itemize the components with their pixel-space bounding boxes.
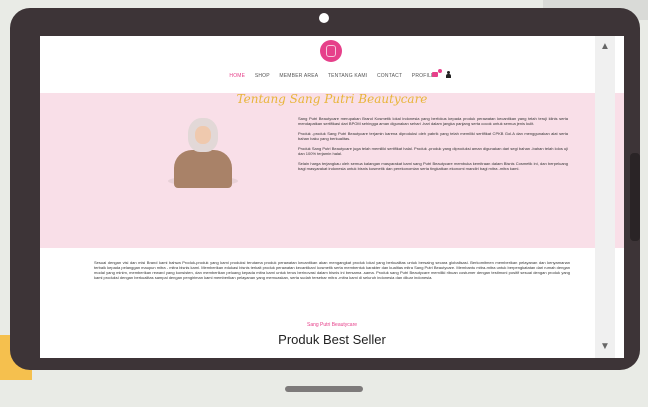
scroll-down-icon[interactable]: ▼ xyxy=(597,340,613,354)
scrollbar[interactable]: ▲ ▼ xyxy=(595,36,615,358)
mission-text: Sesuai dengan visi dan misi Brand kami b… xyxy=(94,260,570,280)
user-icon[interactable] xyxy=(446,71,451,78)
mission-paragraph: Sesuai dengan visi dan misi Brand kami b… xyxy=(94,260,570,280)
nav-item-member-area[interactable]: MEMBER AREA xyxy=(279,73,318,79)
laptop-side-handle xyxy=(630,153,640,241)
nav-item-contact[interactable]: CONTACT xyxy=(377,73,402,79)
logo-icon xyxy=(326,45,336,57)
products-title: Produk Best Seller xyxy=(278,332,386,347)
about-text-column: Sang Putri Beautycare merupakan Brand Ko… xyxy=(298,116,568,176)
nav-item-tentang-kami[interactable]: TENTANG KAMI xyxy=(328,73,368,79)
camera-icon xyxy=(319,13,329,23)
about-paragraph: Produk Sang Putri Beautycare juga telah … xyxy=(298,146,568,156)
nav-item-home[interactable]: HOME xyxy=(229,73,245,79)
site-header: HOME SHOP MEMBER AREA TENTANG KAMI CONTA… xyxy=(40,36,624,84)
about-paragraph: Selain harga terjangkau oleh semua kalan… xyxy=(298,161,568,171)
browser-viewport: HOME SHOP MEMBER AREA TENTANG KAMI CONTA… xyxy=(40,36,624,358)
brand-logo[interactable] xyxy=(320,40,342,62)
model-photo xyxy=(160,116,246,188)
about-paragraph: Sang Putri Beautycare merupakan Brand Ko… xyxy=(298,116,568,126)
products-subtitle: Sang Putri Beautycare xyxy=(306,322,358,328)
about-paragraph: Produk -produk Sang Putri Beautycare ter… xyxy=(298,131,568,141)
scroll-up-icon[interactable]: ▲ xyxy=(597,40,613,54)
nav-item-shop[interactable]: SHOP xyxy=(255,73,270,79)
laptop-frame: HOME SHOP MEMBER AREA TENTANG KAMI CONTA… xyxy=(10,8,640,370)
cart-badge xyxy=(438,69,442,73)
cart-icon[interactable] xyxy=(432,72,438,77)
main-nav: HOME SHOP MEMBER AREA TENTANG KAMI CONTA… xyxy=(40,73,624,79)
about-title: Tentang Sang Putri Beautycare xyxy=(236,92,428,106)
laptop-trackpad xyxy=(285,386,363,392)
